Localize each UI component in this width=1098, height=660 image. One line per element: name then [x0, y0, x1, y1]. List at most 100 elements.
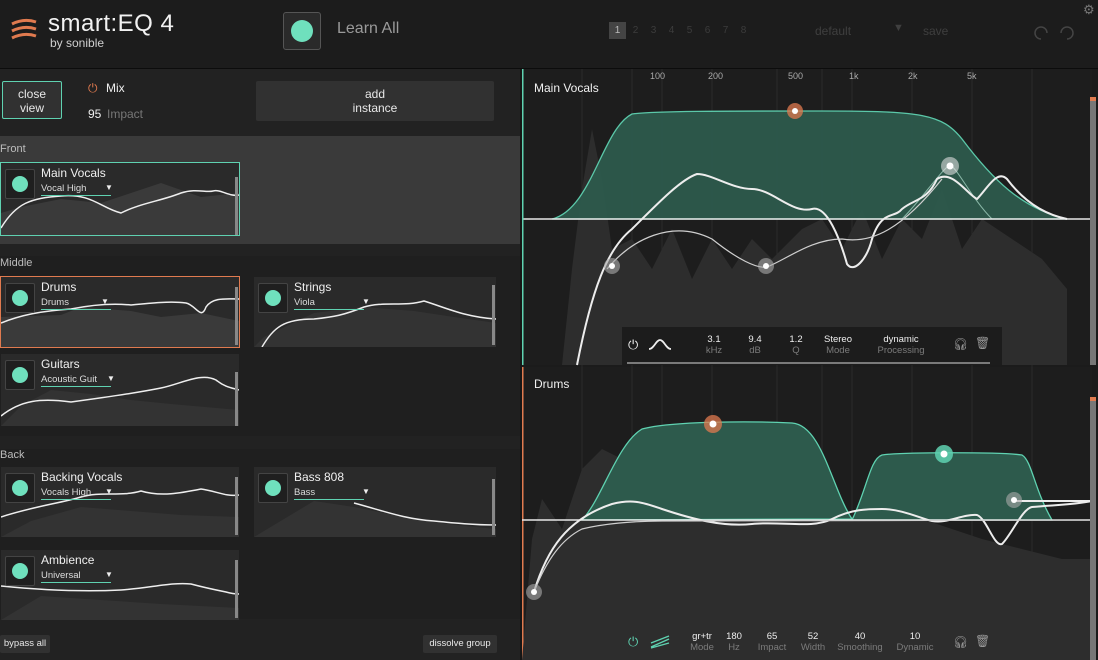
group-power-icon[interactable]: ⏻: [628, 634, 638, 650]
instance-enable-button[interactable]: [258, 283, 288, 313]
control-value: dynamic: [883, 334, 919, 345]
product-logo: smart:EQ 4: [48, 10, 175, 37]
control-label: Dynamic: [896, 642, 934, 653]
impact-value[interactable]: 95: [88, 107, 101, 121]
snapshot-slot-3[interactable]: 3: [645, 22, 662, 39]
snapshot-slot-6[interactable]: 6: [699, 22, 716, 39]
snapshot-slot-8[interactable]: 8: [735, 22, 752, 39]
instance-card[interactable]: Ambience Universal ▼: [1, 550, 239, 620]
headphones-icon[interactable]: 🎧︎: [953, 635, 968, 649]
instance-card[interactable]: Guitars Acoustic Guit ▼: [1, 354, 239, 426]
control-value: 52: [807, 631, 819, 642]
instance-name: Ambience: [41, 553, 95, 567]
instance-enable-button[interactable]: [5, 473, 35, 503]
undo-redo-icons[interactable]: [1034, 24, 1074, 42]
freq-axis-label: 5k: [967, 71, 977, 81]
learn-all-button[interactable]: [283, 12, 321, 50]
instance-enable-button[interactable]: [5, 283, 35, 313]
delete-group-icon[interactable]: 🗑︎: [975, 634, 990, 648]
control-label: Mode: [690, 642, 714, 653]
group-back-label: Back: [0, 449, 25, 461]
profile-dropdown-icon[interactable]: ▼: [105, 570, 113, 579]
control-value: 10: [909, 631, 921, 642]
instance-card[interactable]: Main Vocals Vocal High ▼: [0, 162, 240, 236]
band-q-control[interactable]: 1.2 Q: [778, 334, 814, 356]
control-label: Hz: [728, 642, 740, 653]
group-width-control[interactable]: 52 Width: [795, 631, 831, 653]
band-freq-control[interactable]: 3.1 kHz: [696, 334, 732, 356]
snapshot-slot-1[interactable]: 1: [609, 22, 626, 39]
group-freq-control[interactable]: 180 Hz: [718, 631, 750, 653]
profile-dropdown-icon[interactable]: ▼: [362, 487, 370, 496]
enable-indicator-icon: [265, 290, 281, 306]
spectrum-thumbnail: [1, 177, 239, 235]
band-processing-control[interactable]: dynamic Processing: [870, 334, 932, 356]
control-label: Smoothing: [837, 642, 883, 653]
eq-graph-canvas[interactable]: [522, 69, 1098, 660]
group-mode-control[interactable]: gr+tr Mode: [685, 631, 719, 653]
eq-view-panel: 100 200 500 1k 2k 5k Main Vocals Drums ⏻…: [522, 69, 1098, 660]
instance-enable-button[interactable]: [258, 473, 288, 503]
learn-all-label[interactable]: Learn All: [337, 20, 399, 38]
dissolve-group-button[interactable]: dissolve group: [423, 635, 497, 653]
control-value: 65: [766, 631, 778, 642]
band-mode-control[interactable]: Stereo Mode: [816, 334, 860, 356]
enable-indicator-icon: [12, 176, 28, 192]
bell-filter-icon[interactable]: [648, 339, 672, 351]
instance-card[interactable]: Drums Drums ▼: [0, 276, 240, 348]
instance-name: Backing Vocals: [41, 470, 123, 484]
profile-select[interactable]: Universal: [41, 570, 111, 583]
profile-select[interactable]: Vocals High: [41, 487, 111, 500]
group-middle-label: Middle: [0, 257, 33, 269]
instance-card[interactable]: Strings Viola ▼: [254, 277, 496, 347]
impact-label: Impact: [107, 107, 144, 121]
instance-enable-button[interactable]: [5, 360, 35, 390]
control-label: kHz: [705, 345, 723, 356]
delete-band-icon[interactable]: 🗑︎: [975, 336, 990, 350]
control-label: Q: [792, 345, 800, 356]
band-gain-control[interactable]: 9.4 dB: [737, 334, 773, 356]
profile-dropdown-icon[interactable]: ▼: [107, 374, 115, 383]
snapshot-slot-7[interactable]: 7: [717, 22, 734, 39]
freq-axis-label: 100: [650, 71, 666, 81]
profile-dropdown-icon[interactable]: ▼: [362, 297, 370, 306]
instance-name: Strings: [294, 280, 332, 294]
group-curve-icon[interactable]: [650, 635, 670, 649]
snapshot-slot-4[interactable]: 4: [663, 22, 680, 39]
control-label: dB: [749, 345, 761, 356]
instance-card[interactable]: Bass 808 Bass ▼: [254, 467, 496, 537]
profile-dropdown-icon[interactable]: ▼: [105, 487, 113, 496]
mix-power-icon[interactable]: ⏻: [88, 81, 98, 96]
bypass-all-button[interactable]: bypass all: [0, 635, 50, 653]
control-value: 1.2: [789, 334, 803, 345]
headphones-icon[interactable]: 🎧︎: [953, 337, 968, 351]
enable-indicator-icon: [12, 290, 28, 306]
profile-select[interactable]: Vocal High: [41, 183, 111, 196]
preset-dropdown-icon[interactable]: ▼: [893, 22, 904, 34]
group-dynamic-control[interactable]: 10 Dynamic: [892, 631, 938, 653]
instance-name: Drums: [41, 280, 77, 294]
enable-indicator-icon: [265, 480, 281, 496]
band-power-icon[interactable]: ⏻: [628, 337, 638, 353]
profile-select[interactable]: Bass: [294, 487, 364, 500]
group-impact-control[interactable]: 65 Impact: [752, 631, 792, 653]
profile-select[interactable]: Viola: [294, 297, 364, 310]
profile-select[interactable]: Acoustic Guit: [41, 374, 111, 387]
save-button[interactable]: save: [923, 24, 948, 38]
group-smoothing-control[interactable]: 40 Smoothing: [834, 631, 886, 653]
freq-axis-label: 200: [708, 71, 724, 81]
enable-indicator-icon: [12, 563, 28, 579]
instance-enable-button[interactable]: [5, 556, 35, 586]
instance-card[interactable]: Backing Vocals Vocals High ▼: [1, 467, 239, 537]
profile-dropdown-icon[interactable]: ▼: [101, 297, 109, 306]
instance-enable-button[interactable]: [5, 169, 35, 199]
control-value: 180: [726, 631, 742, 642]
close-view-button[interactable]: close view: [2, 81, 62, 119]
settings-gear-icon[interactable]: ⚙: [1083, 2, 1095, 18]
spectrum-thumbnail: [254, 479, 496, 537]
header-bar: smart:EQ 4 by sonible Learn All 1 2 3 4 …: [0, 0, 1098, 69]
snapshot-slot-2[interactable]: 2: [627, 22, 644, 39]
snapshot-slot-5[interactable]: 5: [681, 22, 698, 39]
add-instance-button[interactable]: add instance: [256, 81, 494, 121]
profile-dropdown-icon[interactable]: ▼: [105, 183, 113, 192]
